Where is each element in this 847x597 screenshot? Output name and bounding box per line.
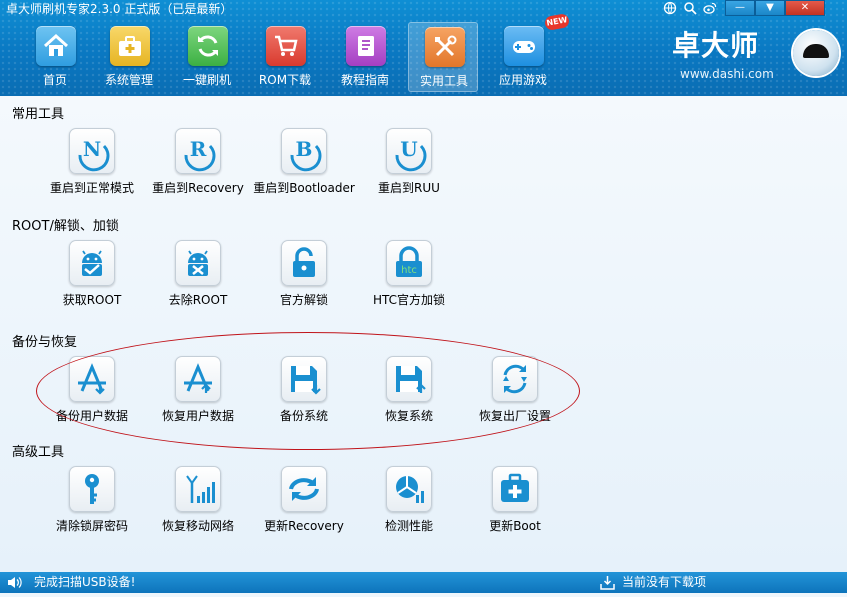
book-icon [346,26,386,66]
menu-button[interactable]: ▼ [755,0,785,16]
tool-restore-mobile-network[interactable]: 恢复移动网络 [143,466,253,536]
tool-check-performance[interactable]: 检测性能 [354,466,464,536]
tool-glyph: htc [401,265,417,276]
tool-backup-system[interactable]: 备份系统 [249,356,359,426]
download-icon[interactable] [600,575,615,597]
tool-glyph: U [400,137,417,161]
cart-icon [266,26,306,66]
app-backup-icon [69,356,115,402]
tool-label: 重启到RUU [378,181,440,195]
tool-reboot-ruu[interactable]: U 重启到RUU [354,128,464,198]
tools-icon [425,27,465,67]
brand-logo-text: 卓大师 [672,29,760,62]
tool-label: HTC官方加锁 [372,293,446,307]
window-title: 卓大师刷机专家2.3.0 正式版（已是最新） [6,2,233,16]
letter-u-icon: U [386,128,432,174]
new-badge: NEW [543,13,571,31]
android-cross-icon [175,240,221,286]
tool-label: 恢复出厂设置 [478,409,551,423]
nav-home[interactable]: 首页 [20,22,90,92]
section-title-backup-restore: 备份与恢复 [12,335,78,350]
nav-one-click-flash[interactable]: 一键刷机 [172,22,242,92]
tool-glyph: B [296,137,313,161]
tool-reboot-bootloader[interactable]: B 重启到Bootloader [249,128,359,198]
section-title-common-tools: 常用工具 [12,107,65,122]
tool-glyph: R [190,137,207,161]
tool-backup-user-data[interactable]: 备份用户数据 [37,356,147,426]
nav-label: ROM下载 [258,73,312,87]
htc-lock-icon: htc [386,240,432,286]
close-button[interactable]: ✕ [785,0,825,16]
nav-label: 应用游戏 [498,73,547,87]
nav-label: 教程指南 [340,73,389,87]
status-message: 完成扫描USB设备! [34,575,136,589]
status-bar: 完成扫描USB设备! 当前没有下载项 [0,572,847,593]
nav-utilities[interactable]: 实用工具 [408,22,478,92]
update-arrows-icon [281,466,327,512]
weibo-icon[interactable] [703,1,717,15]
letter-r-icon: R [175,128,221,174]
network-icon[interactable] [663,1,677,15]
gamepad-icon [504,26,544,66]
tool-official-unlock[interactable]: 官方解锁 [249,240,359,310]
tool-reboot-normal[interactable]: N 重启到正常模式 [37,128,147,198]
tool-clear-lockscreen-password[interactable]: 清除锁屏密码 [37,466,147,536]
nav-system-management[interactable]: 系统管理 [94,22,164,92]
tool-reboot-recovery[interactable]: R 重启到Recovery [143,128,253,198]
tool-update-boot[interactable]: 更新Boot [460,466,570,536]
toolbox-icon [110,26,150,66]
floppy-restore-icon [386,356,432,402]
app-restore-icon [175,356,221,402]
tool-restore-user-data[interactable]: 恢复用户数据 [143,356,253,426]
letter-b-icon: B [281,128,327,174]
key-icon [69,466,115,512]
tool-update-recovery[interactable]: 更新Recovery [249,466,359,536]
tool-glyph: N [83,137,101,161]
nav-apps-games[interactable]: 应用游戏 [488,22,558,92]
android-check-icon [69,240,115,286]
tool-htc-lock[interactable]: htc HTC官方加锁 [354,240,464,310]
brand-logo-icon [793,30,839,76]
brand-url: www.dashi.com [680,67,774,81]
home-icon [36,26,76,66]
floppy-backup-icon [281,356,327,402]
section-title-root-unlock: ROOT/解锁、加锁 [12,219,119,234]
performance-chart-icon [386,466,432,512]
top-toolbar: 卓大师刷机专家2.3.0 正式版（已是最新） — ▼ ✕ 首页 系统管理 一键刷… [0,0,847,96]
section-title-advanced-tools: 高级工具 [12,445,65,460]
speaker-icon [7,575,23,597]
nav-tutorials[interactable]: 教程指南 [330,22,400,92]
nav-label: 系统管理 [104,73,153,87]
tool-restore-system[interactable]: 恢复系统 [354,356,464,426]
factory-reset-icon [492,356,538,402]
download-status: 当前没有下载项 [622,575,707,589]
search-icon[interactable] [683,1,697,15]
tool-get-root[interactable]: 获取ROOT [37,240,147,310]
nav-rom-download[interactable]: ROM下载 [250,22,320,92]
unlock-icon [281,240,327,286]
medkit-icon [492,466,538,512]
nav-label: 实用工具 [419,74,468,88]
refresh-icon [188,26,228,66]
signal-icon [175,466,221,512]
minimize-button[interactable]: — [725,0,755,16]
tool-factory-reset[interactable]: 恢复出厂设置 [460,356,570,426]
nav-label: 一键刷机 [182,73,231,87]
tool-label: 更新Boot [489,519,541,533]
letter-n-icon: N [69,128,115,174]
tool-remove-root[interactable]: 去除ROOT [143,240,253,310]
